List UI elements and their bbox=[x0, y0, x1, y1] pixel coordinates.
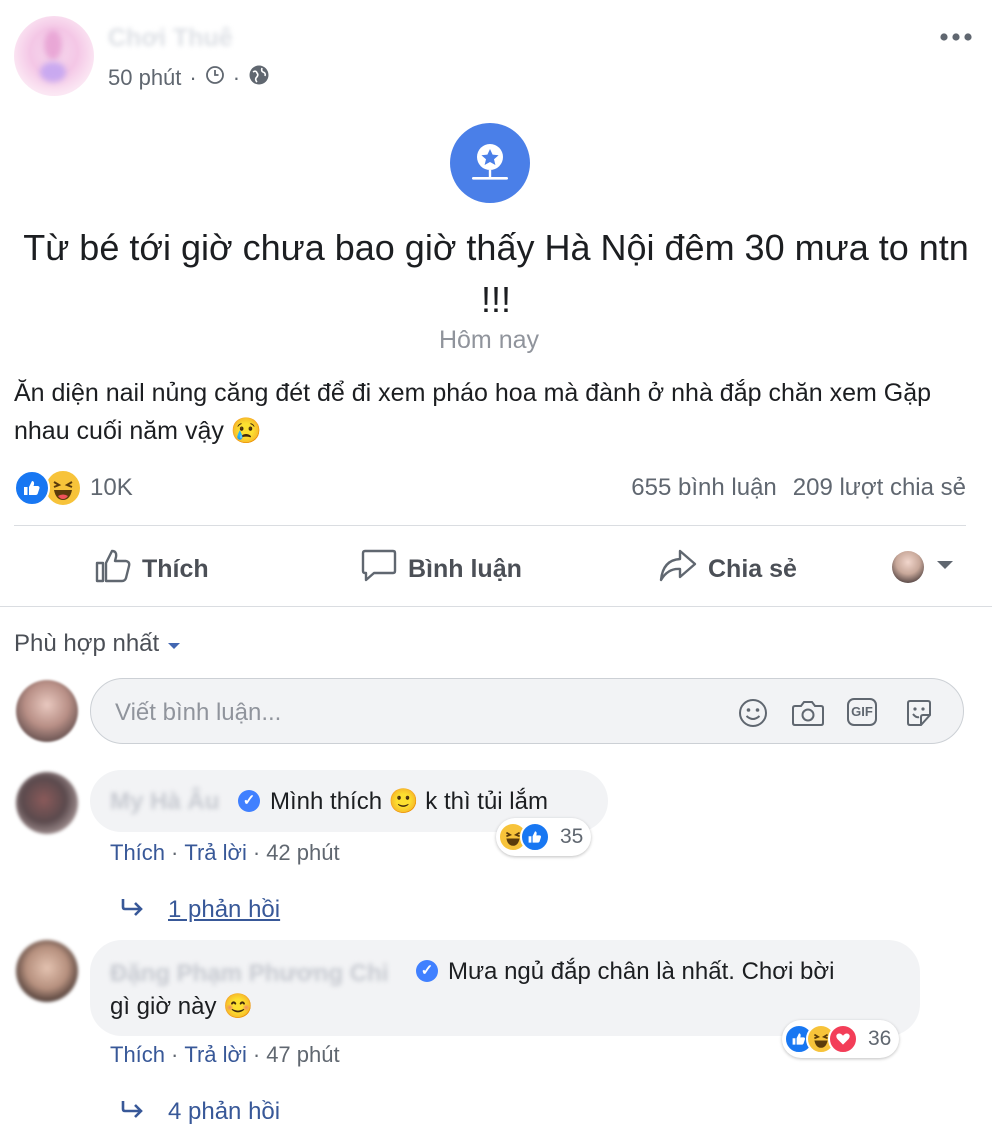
comment-sort-dropdown[interactable]: Phù hợp nhất bbox=[14, 630, 181, 658]
comment-reply-link[interactable]: Trả lời bbox=[184, 840, 247, 866]
sort-label: Phù hợp nhất bbox=[14, 630, 160, 657]
commenter-name[interactable]: My Hà Âu bbox=[110, 788, 219, 816]
comment-text-line1: Mưa ngủ đắp chân là nhất. Chơi bời bbox=[448, 958, 835, 985]
like-button[interactable]: Thích bbox=[94, 548, 209, 590]
view-replies-link[interactable]: 1 phản hồi bbox=[120, 896, 280, 924]
life-event-title: Từ bé tới giờ chưa bao giờ thấy Hà Nội đ… bbox=[23, 227, 969, 320]
reaction-summary[interactable]: 10K bbox=[14, 469, 133, 507]
meta-separator: · bbox=[189, 65, 197, 90]
commenter-avatar[interactable] bbox=[16, 772, 78, 834]
meta-separator: · bbox=[171, 840, 179, 865]
caret-down-icon bbox=[936, 558, 954, 576]
author-avatar[interactable] bbox=[14, 16, 94, 96]
current-user-avatar bbox=[892, 551, 924, 583]
love-reaction-icon bbox=[828, 1024, 858, 1054]
comment-text-line2: gì giờ này 😊 bbox=[110, 993, 254, 1020]
camera-icon[interactable] bbox=[791, 697, 825, 734]
comment-meta: Thích · Trả lời · 47 phút bbox=[110, 1042, 340, 1068]
meta-separator: · bbox=[171, 1042, 179, 1067]
commenter-avatar[interactable] bbox=[16, 940, 78, 1002]
post-time[interactable]: 50 phút bbox=[108, 65, 181, 91]
share-button[interactable]: Chia sẻ bbox=[658, 548, 797, 590]
comment-reply-link[interactable]: Trả lời bbox=[184, 1042, 247, 1068]
engagement-counts: 655 bình luận 209 lượt chia sẻ bbox=[631, 474, 966, 502]
comment-reactions[interactable]: 36 bbox=[782, 1020, 900, 1058]
life-event-date: Hôm nay bbox=[438, 326, 540, 354]
shares-count[interactable]: 209 lượt chia sẻ bbox=[793, 474, 966, 502]
emoji-icon[interactable] bbox=[737, 697, 769, 734]
comment-bubble-icon bbox=[360, 547, 398, 592]
comment-like-link[interactable]: Thích bbox=[110, 840, 165, 866]
verified-badge-icon: ✓ bbox=[416, 960, 438, 982]
meta-separator: · bbox=[252, 840, 261, 865]
comment-reactions[interactable]: 35 bbox=[496, 818, 592, 856]
share-arrow-icon bbox=[658, 547, 698, 592]
meta-separator: · bbox=[252, 1042, 261, 1067]
post-as-selector[interactable] bbox=[892, 551, 954, 583]
comment-input-placeholder: Viết bình luận... bbox=[115, 699, 282, 726]
like-reaction-icon bbox=[520, 822, 550, 852]
meta-separator-2: · bbox=[232, 65, 241, 90]
like-reaction-icon bbox=[14, 470, 50, 506]
view-replies-link[interactable]: 4 phản hồi bbox=[120, 1098, 280, 1126]
comment-like-link[interactable]: Thích bbox=[110, 1042, 165, 1068]
life-event-icon bbox=[450, 123, 530, 203]
reply-arrow-icon bbox=[120, 896, 146, 924]
comment-text: Mình thích 🙂 k thì tủi lắm bbox=[270, 788, 548, 815]
commenter-name[interactable]: Đặng Phạm Phương Chi bbox=[110, 960, 388, 988]
reaction-count[interactable]: 10K bbox=[90, 474, 133, 502]
comments-count[interactable]: 655 bình luận bbox=[631, 474, 776, 502]
current-user-avatar bbox=[16, 680, 78, 742]
comment-reaction-count: 35 bbox=[560, 825, 584, 848]
author-name[interactable]: Chơi Thuê bbox=[108, 24, 233, 53]
clock-icon bbox=[205, 65, 225, 91]
gif-icon[interactable]: GIF bbox=[847, 698, 877, 726]
comment-time[interactable]: 47 phút bbox=[266, 1042, 339, 1068]
replies-count-label: 4 phản hồi bbox=[168, 1098, 281, 1125]
like-button-label: Thích bbox=[142, 554, 209, 583]
sticker-icon[interactable] bbox=[903, 697, 935, 734]
reply-arrow-icon bbox=[120, 1098, 146, 1126]
post-meta: 50 phút · · bbox=[108, 64, 270, 92]
comment-input[interactable]: Viết bình luận... GIF bbox=[90, 678, 964, 744]
globe-icon[interactable] bbox=[248, 64, 270, 92]
comment-meta: Thích · Trả lời · 42 phút bbox=[110, 840, 340, 866]
thumbs-up-icon bbox=[94, 547, 132, 592]
more-options-icon[interactable] bbox=[938, 30, 974, 42]
share-button-label: Chia sẻ bbox=[708, 554, 797, 583]
post-text: Ăn diện nail nủng căng đét để đi xem phá… bbox=[14, 379, 932, 445]
comment-reaction-count: 36 bbox=[868, 1027, 892, 1050]
verified-badge-icon: ✓ bbox=[238, 790, 260, 812]
comment-button[interactable]: Bình luận bbox=[360, 548, 522, 590]
comment-button-label: Bình luận bbox=[408, 554, 522, 583]
replies-count-label: 1 phản hồi bbox=[168, 896, 281, 923]
comment-time[interactable]: 42 phút bbox=[266, 840, 339, 866]
divider bbox=[14, 525, 966, 526]
caret-down-icon bbox=[167, 630, 181, 658]
divider-full bbox=[0, 606, 992, 607]
